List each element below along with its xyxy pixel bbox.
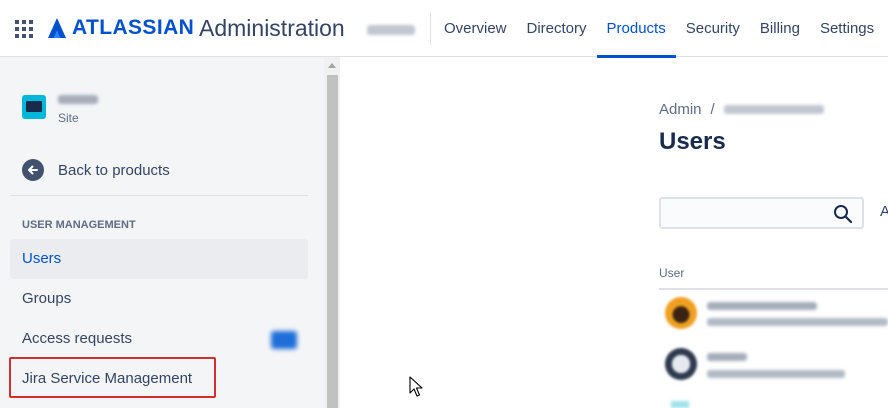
arrow-left-icon <box>22 159 44 181</box>
tab-directory[interactable]: Directory <box>517 0 597 57</box>
user-email <box>707 318 888 326</box>
nav-divider <box>430 12 431 45</box>
back-to-products-label: Back to products <box>58 161 170 179</box>
user-search-field[interactable] <box>659 197 864 229</box>
tab-settings[interactable]: Settings <box>810 0 884 57</box>
avatar <box>665 297 697 329</box>
sidebar-scrollbar[interactable] <box>324 57 340 408</box>
sidebar-item-users[interactable]: Users <box>10 239 308 279</box>
tab-billing[interactable]: Billing <box>750 0 810 57</box>
sidebar-item-access-requests[interactable]: Access requests <box>10 319 308 359</box>
table-row[interactable] <box>659 295 888 341</box>
site-label: Site <box>58 111 79 125</box>
search-input[interactable] <box>661 199 831 227</box>
filter-button[interactable]: A <box>880 203 888 220</box>
user-email <box>707 370 845 378</box>
main-nav: Overview Directory Products Security Bil… <box>434 0 884 58</box>
breadcrumb-admin-link[interactable]: Admin <box>659 101 702 118</box>
site-name <box>58 95 98 104</box>
site-icon <box>22 95 46 119</box>
app-switcher-icon[interactable] <box>15 20 33 38</box>
page-title: Users <box>659 128 726 155</box>
section-heading-user-management: USER MANAGEMENT <box>22 219 136 231</box>
avatar <box>665 348 697 380</box>
atlassian-logo-icon[interactable] <box>47 17 67 39</box>
sidebar-divider <box>10 195 308 196</box>
table-header-rule <box>659 288 888 290</box>
product-name: Administration <box>199 15 345 41</box>
sidebar: Site Back to products USER MANAGEMENT Us… <box>0 57 340 408</box>
sidebar-item-groups[interactable]: Groups <box>10 279 308 319</box>
breadcrumb-separator: / <box>710 101 715 118</box>
breadcrumb-current[interactable] <box>723 105 824 114</box>
brand-name[interactable]: ATLASSIAN <box>72 16 194 40</box>
breadcrumb: Admin / <box>659 101 824 118</box>
tab-products[interactable]: Products <box>596 0 676 58</box>
back-to-products-link[interactable]: Back to products <box>22 158 170 182</box>
search-icon[interactable] <box>833 204 853 224</box>
sidebar-item-jira-service-management[interactable]: Jira Service Management <box>10 359 308 399</box>
organization-switcher[interactable] <box>367 25 415 35</box>
scroll-up-icon[interactable] <box>328 63 336 68</box>
tab-overview[interactable]: Overview <box>434 0 517 57</box>
mouse-cursor-icon <box>409 376 423 397</box>
scrollbar-thumb[interactable] <box>327 75 338 408</box>
access-requests-badge <box>271 331 297 349</box>
user-name <box>707 302 817 310</box>
table-row[interactable] <box>659 346 888 392</box>
tab-security[interactable]: Security <box>676 0 750 57</box>
column-header-user: User <box>659 266 685 280</box>
avatar <box>671 401 689 408</box>
top-navigation: ATLASSIAN Administration Overview Direct… <box>0 0 888 58</box>
user-name <box>707 353 747 361</box>
